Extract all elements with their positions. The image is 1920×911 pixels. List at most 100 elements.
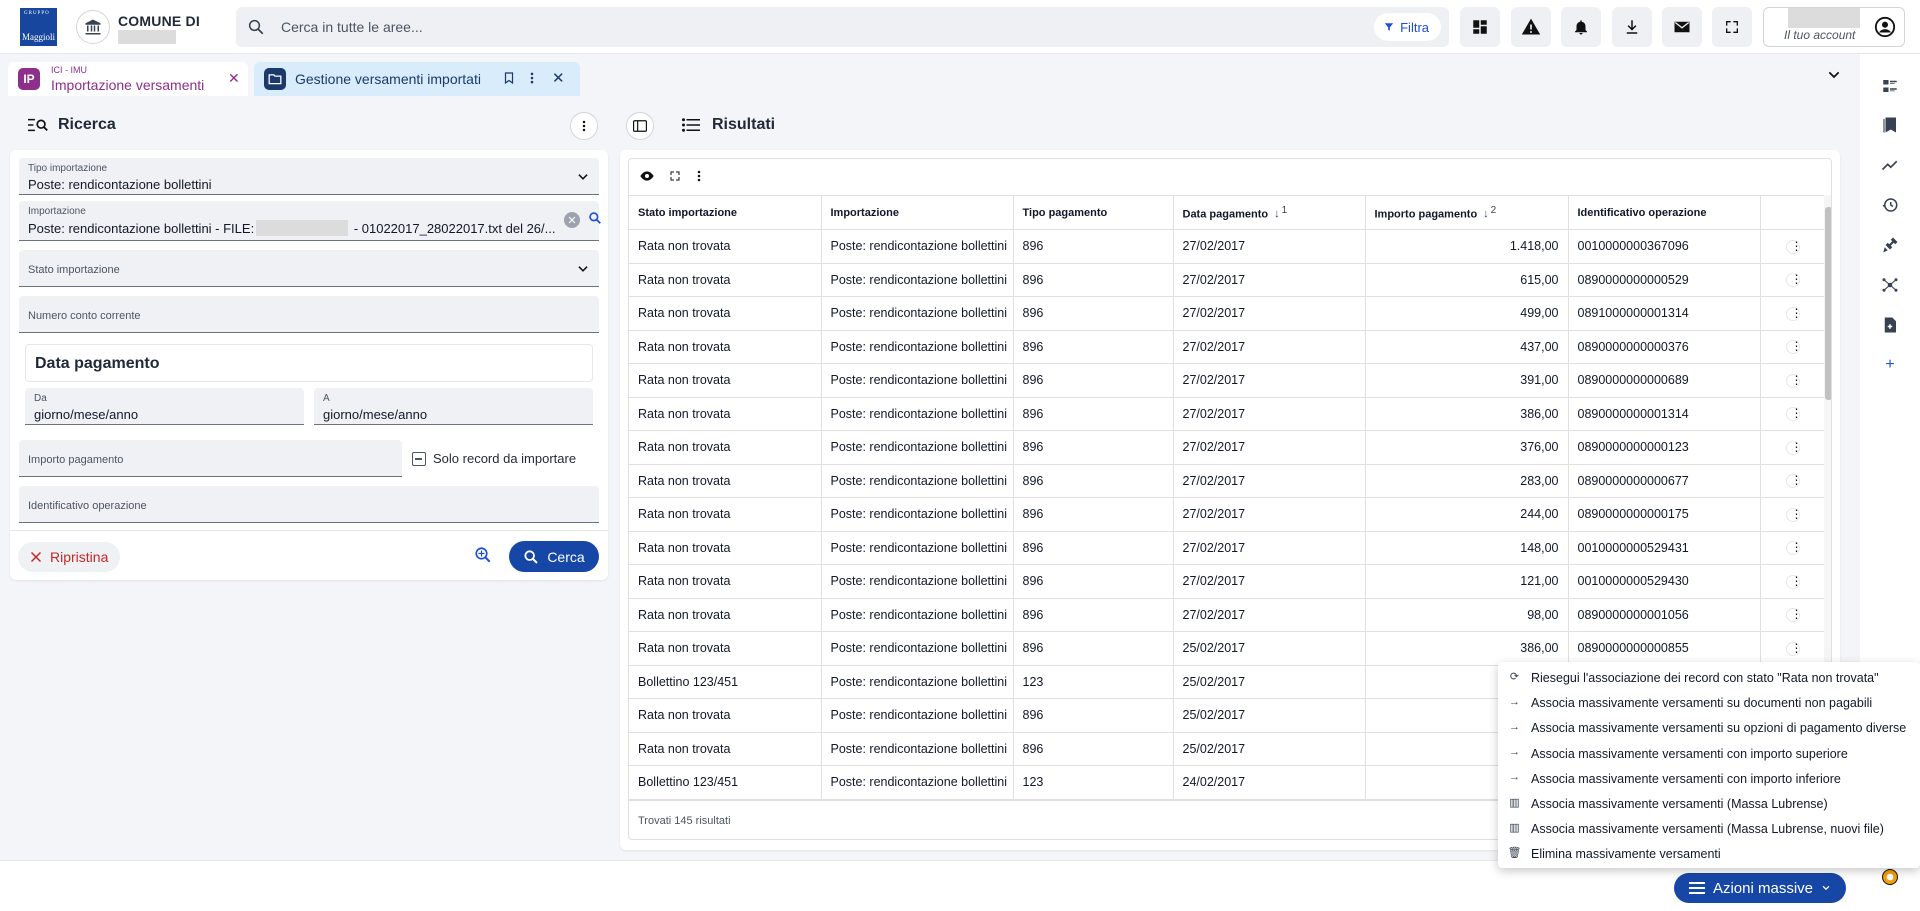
cell-importazione: Poste: rendicontazione bollettini bbox=[821, 330, 1014, 364]
eye-icon[interactable] bbox=[639, 169, 655, 186]
row-more-icon[interactable] bbox=[1785, 574, 1803, 589]
tab-importazione-versamenti[interactable]: IP ICI - IMU Importazione versamenti ✕ bbox=[8, 62, 248, 96]
menu-item[interactable]: → Associa massivamente versamenti con imp… bbox=[1498, 766, 1920, 791]
table-row[interactable]: Rata non trovata Poste: rendicontazione b… bbox=[629, 363, 1826, 398]
clear-icon[interactable]: ✕ bbox=[564, 212, 580, 228]
importazione-field[interactable]: Importazione Poste: rendicontazione boll… bbox=[19, 201, 602, 241]
more-vert-icon[interactable] bbox=[697, 170, 701, 185]
rail-bookmarks-icon[interactable] bbox=[1879, 114, 1901, 136]
rail-plugin-icon[interactable] bbox=[1879, 234, 1901, 256]
filter-button[interactable]: Filtra bbox=[1374, 13, 1441, 41]
table-row[interactable]: Rata non trovata Poste: rendicontazione b… bbox=[629, 229, 1826, 264]
cell-stato: Rata non trovata bbox=[629, 564, 822, 599]
more-vert-icon[interactable] bbox=[529, 71, 535, 88]
numero-conto-input[interactable]: Numero conto corrente bbox=[19, 296, 599, 333]
messages-button[interactable] bbox=[1662, 7, 1702, 47]
rail-document-icon[interactable] bbox=[1879, 314, 1901, 336]
rail-list-icon[interactable] bbox=[1879, 75, 1901, 97]
cell-tipo: 896 bbox=[1013, 363, 1174, 398]
search-input[interactable]: Cerca in tutte le aree... bbox=[281, 19, 423, 35]
rail-trend-icon[interactable] bbox=[1879, 154, 1901, 176]
cell-tipo: 896 bbox=[1013, 631, 1174, 666]
chevron-down-icon[interactable] bbox=[1826, 67, 1842, 86]
dashboard-button[interactable] bbox=[1460, 7, 1500, 47]
account-button[interactable]: Il tuo account bbox=[1763, 7, 1905, 47]
data-pagamento-title: Data pagamento bbox=[35, 355, 160, 372]
global-search[interactable]: Cerca in tutte le aree... Filtra bbox=[236, 7, 1449, 47]
rail-add-icon[interactable]: + bbox=[1879, 354, 1901, 376]
menu-item[interactable]: ⟳ Riesegui l'associazione dei record con … bbox=[1498, 665, 1920, 690]
table-row[interactable]: Rata non trovata Poste: rendicontazione b… bbox=[629, 330, 1826, 364]
rail-history-icon[interactable] bbox=[1879, 194, 1901, 216]
rail-network-icon[interactable] bbox=[1879, 274, 1901, 296]
table-row[interactable]: Rata non trovata Poste: rendicontazione b… bbox=[629, 296, 1826, 331]
cell-data: 27/02/2017 bbox=[1173, 229, 1366, 264]
col-importazione[interactable]: Importazione bbox=[821, 195, 1014, 230]
row-more-icon[interactable] bbox=[1785, 272, 1803, 288]
menu-item[interactable]: → Associa massivamente versamenti con imp… bbox=[1498, 741, 1920, 766]
row-more-icon[interactable] bbox=[1785, 540, 1803, 556]
alerts-button[interactable] bbox=[1511, 7, 1551, 47]
table-row[interactable]: Rata non trovata Poste: rendicontazione b… bbox=[629, 464, 1826, 498]
menu-item-label: Associa massivamente versamenti con impo… bbox=[1531, 746, 1848, 761]
download-button[interactable] bbox=[1612, 7, 1652, 47]
fullscreen-icon[interactable] bbox=[669, 170, 681, 185]
table-row[interactable]: Rata non trovata Poste: rendicontazione b… bbox=[629, 263, 1826, 297]
col-identificativo-operazione[interactable]: Identificativo operazione bbox=[1568, 195, 1761, 230]
scrollbar-thumb[interactable] bbox=[1825, 207, 1831, 400]
table-row[interactable]: Rata non trovata Poste: rendicontazione b… bbox=[629, 531, 1826, 565]
close-icon[interactable]: ✕ bbox=[552, 69, 565, 87]
importo-pagamento-input[interactable]: Importo pagamento bbox=[19, 440, 402, 477]
search-button[interactable]: Cerca bbox=[509, 541, 599, 572]
table-row[interactable]: Rata non trovata Poste: rendicontazione b… bbox=[629, 598, 1826, 632]
table-row[interactable]: Rata non trovata Poste: rendicontazione b… bbox=[629, 497, 1826, 532]
search-panel-more-button[interactable] bbox=[570, 112, 598, 140]
close-icon[interactable]: ✕ bbox=[228, 70, 240, 87]
row-more-icon[interactable] bbox=[1785, 641, 1803, 656]
tab-gestione-versamenti[interactable]: Gestione versamenti importati ✕ bbox=[254, 62, 580, 96]
col-importo-pagamento[interactable]: Importo pagamento ↓ 2 bbox=[1365, 195, 1569, 230]
notifications-button[interactable] bbox=[1561, 7, 1601, 47]
table-header-row: Stato importazione Importazione Tipo pag… bbox=[629, 195, 1826, 230]
col-stato-importazione[interactable]: Stato importazione bbox=[629, 195, 822, 230]
bookmark-icon[interactable] bbox=[503, 71, 515, 88]
maggioli-logo[interactable]: GRUPPO Maggioli bbox=[20, 8, 57, 46]
data-da-input[interactable]: Da giorno/mese/anno bbox=[25, 388, 304, 425]
col-tipo-pagamento[interactable]: Tipo pagamento bbox=[1013, 195, 1174, 230]
fullscreen-button[interactable] bbox=[1712, 7, 1752, 47]
data-a-input[interactable]: A giorno/mese/anno bbox=[314, 388, 593, 425]
row-more-icon[interactable] bbox=[1785, 239, 1803, 254]
table-row[interactable]: Rata non trovata Poste: rendicontazione b… bbox=[629, 631, 1826, 666]
row-more-icon[interactable] bbox=[1785, 440, 1803, 455]
row-more-icon[interactable] bbox=[1785, 406, 1803, 422]
cell-data: 25/02/2017 bbox=[1173, 732, 1366, 766]
search-icon[interactable] bbox=[588, 211, 602, 228]
table-row[interactable]: Rata non trovata Poste: rendicontazione b… bbox=[629, 430, 1826, 465]
menu-item[interactable]: → Associa massivamente versamenti su opzi… bbox=[1498, 715, 1920, 740]
menu-item[interactable]: → Associa massivamente versamenti su docu… bbox=[1498, 690, 1920, 715]
stato-importazione-select[interactable]: Stato importazione bbox=[19, 250, 599, 287]
row-more-icon[interactable] bbox=[1785, 507, 1803, 522]
cell-data: 27/02/2017 bbox=[1173, 363, 1366, 398]
menu-item[interactable]: ▥ Associa massivamente versamenti (Massa … bbox=[1498, 816, 1920, 841]
menu-item[interactable]: ▥ Associa massivamente versamenti (Massa … bbox=[1498, 791, 1920, 816]
advanced-search-icon[interactable] bbox=[474, 546, 492, 567]
tipo-importazione-select[interactable]: Tipo importazione Poste: rendicontazione… bbox=[19, 158, 599, 195]
menu-item[interactable]: 🗑 Elimina massivamente versamenti bbox=[1498, 841, 1920, 866]
identificativo-operazione-input[interactable]: Identificativo operazione bbox=[19, 486, 599, 523]
row-more-icon[interactable] bbox=[1785, 607, 1803, 623]
row-more-icon[interactable] bbox=[1785, 373, 1803, 388]
row-more-icon[interactable] bbox=[1785, 473, 1803, 489]
toggle-sidebar-button[interactable] bbox=[626, 112, 654, 140]
rail-support-icon[interactable] bbox=[1879, 866, 1901, 888]
table-row[interactable]: Rata non trovata Poste: rendicontazione b… bbox=[629, 397, 1826, 431]
table-row[interactable]: Rata non trovata Poste: rendicontazione b… bbox=[629, 564, 1826, 599]
row-actions-cell bbox=[1760, 531, 1826, 565]
col-data-pagamento[interactable]: Data pagamento ↓ 1 bbox=[1173, 195, 1366, 230]
row-more-icon[interactable] bbox=[1785, 339, 1803, 355]
solo-record-checkbox[interactable] bbox=[412, 452, 426, 466]
reset-button[interactable]: Ripristina bbox=[18, 542, 121, 572]
row-more-icon[interactable] bbox=[1785, 306, 1803, 321]
town-hall-icon[interactable] bbox=[76, 10, 110, 44]
azioni-massive-button[interactable]: Azioni massive bbox=[1674, 873, 1846, 903]
